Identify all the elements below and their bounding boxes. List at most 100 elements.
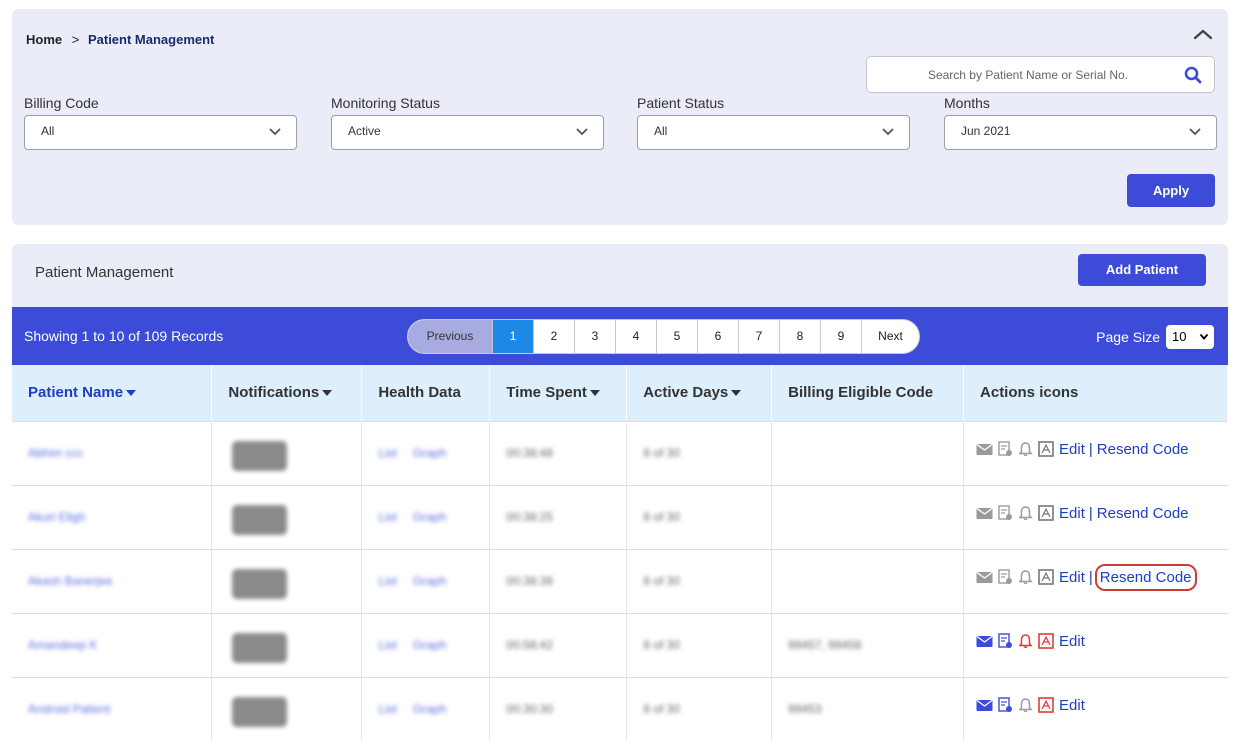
report-icon[interactable] [998, 697, 1013, 713]
report-icon[interactable] [998, 633, 1013, 649]
resend-code-link[interactable]: Resend Code [1097, 505, 1189, 522]
health-list-link[interactable]: List [378, 702, 397, 716]
mail-icon[interactable] [976, 571, 993, 584]
cell-notifications [211, 420, 363, 485]
patient-name-link[interactable]: Amandeep K [28, 638, 97, 652]
health-list-link[interactable]: List [378, 574, 397, 588]
health-graph-link[interactable]: Graph [413, 638, 446, 652]
notification-badge[interactable] [232, 696, 288, 727]
bell-icon[interactable] [1018, 633, 1033, 649]
bell-icon[interactable] [1018, 505, 1033, 521]
health-graph-link[interactable]: Graph [413, 702, 446, 716]
apply-button[interactable]: Apply [1127, 174, 1215, 207]
notification-badge[interactable] [232, 504, 288, 535]
mail-icon[interactable] [976, 507, 993, 520]
health-graph-link[interactable]: Graph [413, 510, 446, 524]
patients-table: Patient Name Notifications Health Data T… [12, 365, 1228, 741]
patient-name-link[interactable]: Akuri Eligh [28, 510, 85, 524]
cell-health-data: List Graph [361, 612, 491, 677]
monitoring-status-value: Active [348, 124, 381, 138]
breadcrumb-home[interactable]: Home [26, 32, 62, 47]
edit-link[interactable]: Edit [1059, 697, 1085, 714]
col-time-spent[interactable]: Time Spent [489, 365, 628, 421]
chevron-up-icon[interactable] [1192, 25, 1214, 43]
notification-badge[interactable] [232, 632, 288, 663]
mail-icon[interactable] [976, 699, 993, 712]
health-list-link[interactable]: List [378, 446, 397, 460]
notification-badge[interactable] [232, 440, 288, 471]
action-separator: | [1088, 504, 1093, 522]
resend-code-link[interactable]: Resend Code [1094, 563, 1197, 591]
page-8-button[interactable]: 8 [779, 320, 820, 353]
bell-icon[interactable] [1018, 697, 1033, 713]
pdf-icon[interactable] [1038, 441, 1054, 457]
action-separator: | [1088, 568, 1093, 586]
page-4-button[interactable]: 4 [615, 320, 656, 353]
col-notifications[interactable]: Notifications [211, 365, 363, 421]
pdf-icon[interactable] [1038, 633, 1054, 649]
col-active-days[interactable]: Active Days [626, 365, 773, 421]
bell-icon[interactable] [1018, 441, 1033, 457]
report-icon[interactable] [998, 569, 1013, 585]
resend-code-link[interactable]: Resend Code [1097, 441, 1189, 458]
previous-page-button[interactable]: Previous [408, 320, 492, 353]
report-icon[interactable] [998, 505, 1013, 521]
cell-active-days: 8 of 30 [626, 420, 773, 485]
page-2-button[interactable]: 2 [533, 320, 574, 353]
cell-time-spent: 00:58:42 [489, 612, 628, 677]
col-patient-name[interactable]: Patient Name [12, 365, 213, 421]
col-active-days-label: Active Days [643, 384, 729, 402]
page-9-button[interactable]: 9 [820, 320, 861, 353]
patient-name-link[interactable]: Akash Banerjee [28, 574, 113, 588]
page-5-button[interactable]: 5 [656, 320, 697, 353]
months-label: Months [944, 95, 990, 111]
edit-link[interactable]: Edit [1059, 633, 1085, 650]
breadcrumb-current: Patient Management [87, 32, 215, 47]
patient-management-panel: Patient Management Add Patient Showing 1… [12, 244, 1228, 741]
page-6-button[interactable]: 6 [697, 320, 738, 353]
cell-active-days: 8 of 30 [626, 484, 773, 549]
health-graph-link[interactable]: Graph [413, 446, 446, 460]
search-icon[interactable] [1184, 66, 1202, 84]
edit-link[interactable]: Edit [1059, 505, 1085, 522]
table-row: Abhim ccc List Graph 00:38:48 8 of 30 Edi… [12, 420, 1228, 485]
next-page-button[interactable]: Next [861, 320, 919, 353]
report-icon[interactable] [998, 441, 1013, 457]
edit-link[interactable]: Edit [1059, 569, 1085, 586]
patient-name-link[interactable]: Android Patient [28, 702, 110, 716]
mail-icon[interactable] [976, 443, 993, 456]
health-list-link[interactable]: List [378, 638, 397, 652]
cell-actions: Edit [963, 676, 1228, 741]
mail-icon[interactable] [976, 635, 993, 648]
page-1-button[interactable]: 1 [492, 320, 533, 353]
page-7-button[interactable]: 7 [738, 320, 779, 353]
table-row: Akuri Eligh List Graph 00:38:25 8 of 30 E… [12, 484, 1228, 549]
health-graph-link[interactable]: Graph [413, 574, 446, 588]
search-input[interactable] [868, 58, 1168, 91]
time-spent-value: 00:30:30 [506, 702, 553, 717]
add-patient-button[interactable]: Add Patient [1078, 254, 1206, 286]
page-size-select[interactable]: 10 [1166, 325, 1214, 349]
bell-icon[interactable] [1018, 569, 1033, 585]
months-select[interactable]: Jun 2021 [944, 115, 1217, 150]
cell-health-data: List Graph [361, 676, 491, 741]
patient-name-link[interactable]: Abhim ccc [28, 446, 83, 460]
pdf-icon[interactable] [1038, 697, 1054, 714]
page-3-button[interactable]: 3 [574, 320, 615, 353]
monitoring-status-select[interactable]: Active [331, 115, 604, 150]
actions-group: Edit | Resend Code [976, 505, 1227, 522]
time-spent-value: 00:58:42 [506, 638, 553, 652]
notification-badge[interactable] [232, 568, 288, 599]
actions-group: Edit [976, 697, 1227, 714]
edit-link[interactable]: Edit [1059, 441, 1085, 458]
billing-code-select[interactable]: All [24, 115, 297, 150]
pdf-icon[interactable] [1038, 505, 1054, 521]
active-days-value: 8 of 30 [643, 574, 680, 588]
cell-patient-name: Android Patient [12, 676, 213, 741]
billing-code-label: Billing Code [24, 95, 99, 111]
cell-health-data: List Graph [361, 420, 491, 485]
patient-status-select[interactable]: All [637, 115, 910, 150]
filter-panel: Home > Patient Management Billing Code A… [12, 9, 1228, 225]
health-list-link[interactable]: List [378, 510, 397, 524]
pdf-icon[interactable] [1038, 569, 1054, 585]
